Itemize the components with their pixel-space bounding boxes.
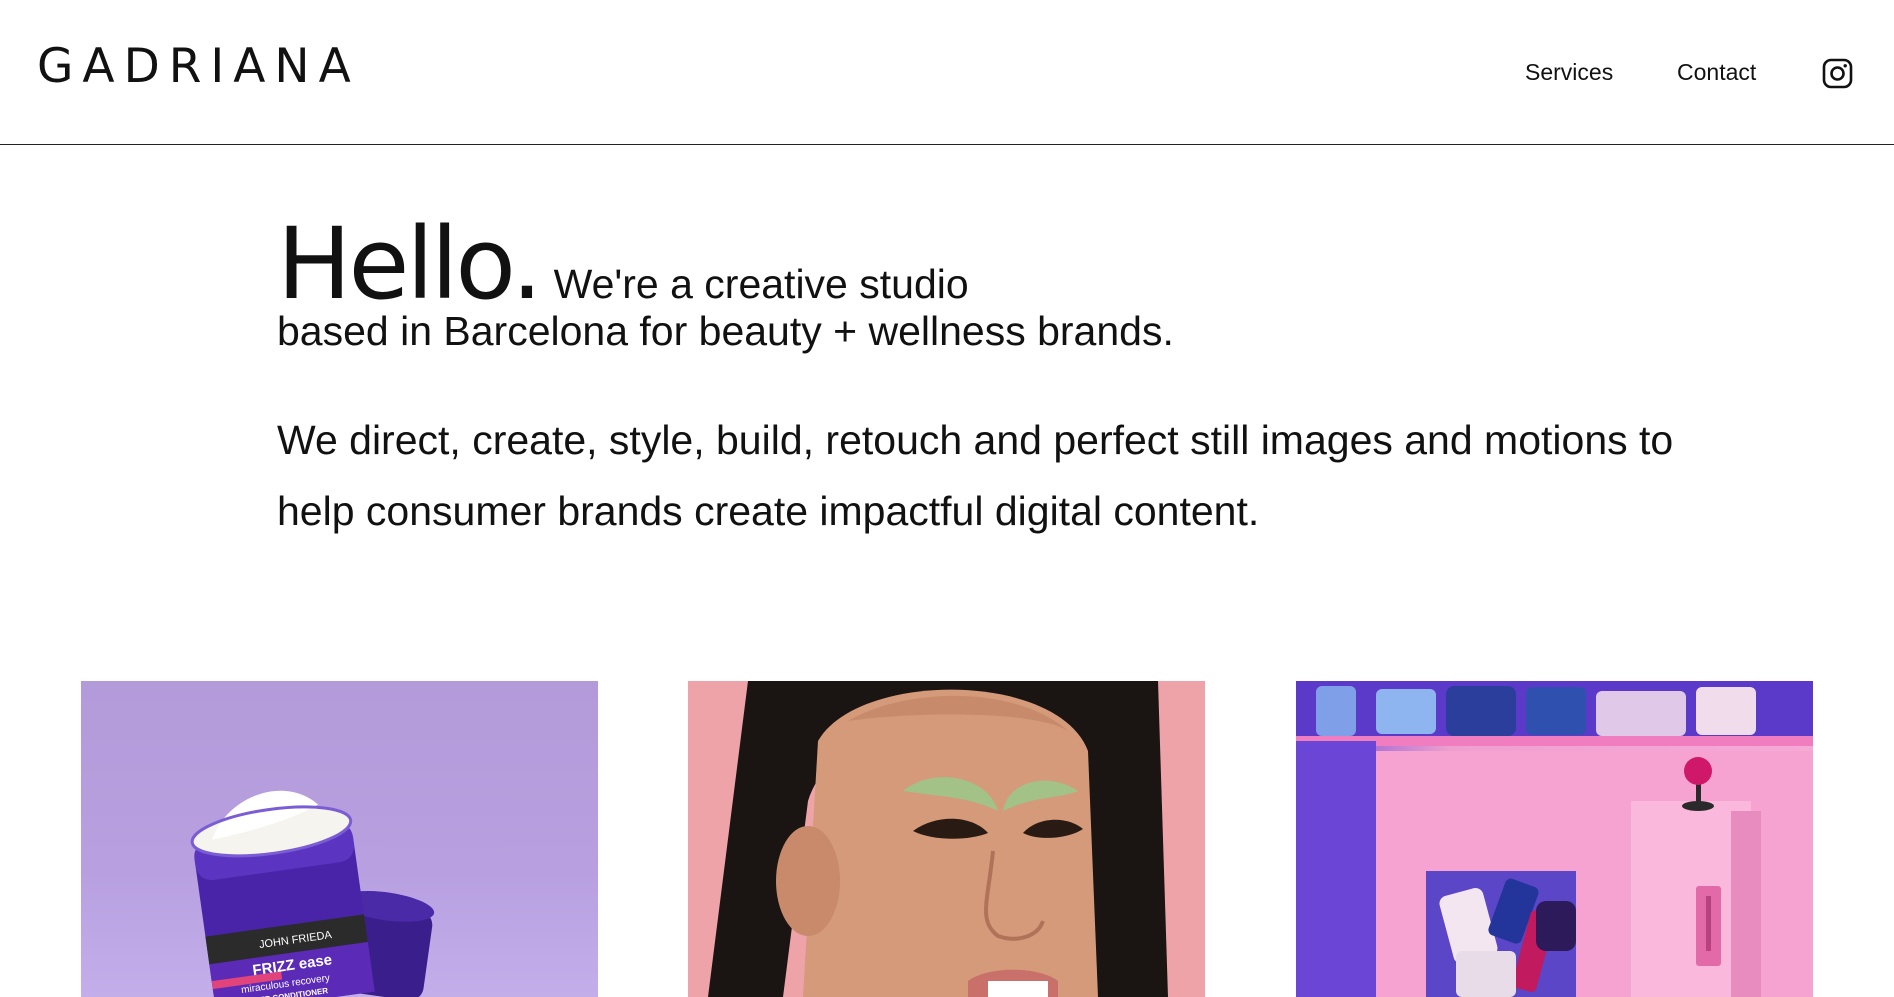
- site-header: GADRIANA Services Contact: [0, 0, 1894, 145]
- studio-description: We direct, create, style, build, retouch…: [277, 417, 1674, 534]
- installation-image: [1296, 681, 1813, 997]
- tagline-line-1: We're a creative studio: [553, 261, 969, 307]
- gallery-item-portrait[interactable]: [688, 681, 1205, 997]
- gallery-item-installation[interactable]: [1296, 681, 1813, 997]
- hello-line: Hello. We're a creative studio: [277, 215, 1677, 315]
- instagram-icon[interactable]: [1822, 58, 1853, 89]
- nav-contact-link[interactable]: Contact: [1677, 58, 1756, 86]
- portrait-image: [708, 681, 1168, 997]
- nav-services-link[interactable]: Services: [1525, 58, 1613, 86]
- product-jar-image: JOHN FRIEDA FRIZZ ease miraculous recove…: [190, 790, 435, 997]
- hello-heading: Hello.: [277, 207, 543, 322]
- intro-section: Hello. We're a creative studio based in B…: [277, 215, 1677, 547]
- logo[interactable]: GADRIANA: [37, 42, 360, 92]
- gallery-item-product-jar[interactable]: JOHN FRIEDA FRIZZ ease miraculous recove…: [81, 681, 598, 997]
